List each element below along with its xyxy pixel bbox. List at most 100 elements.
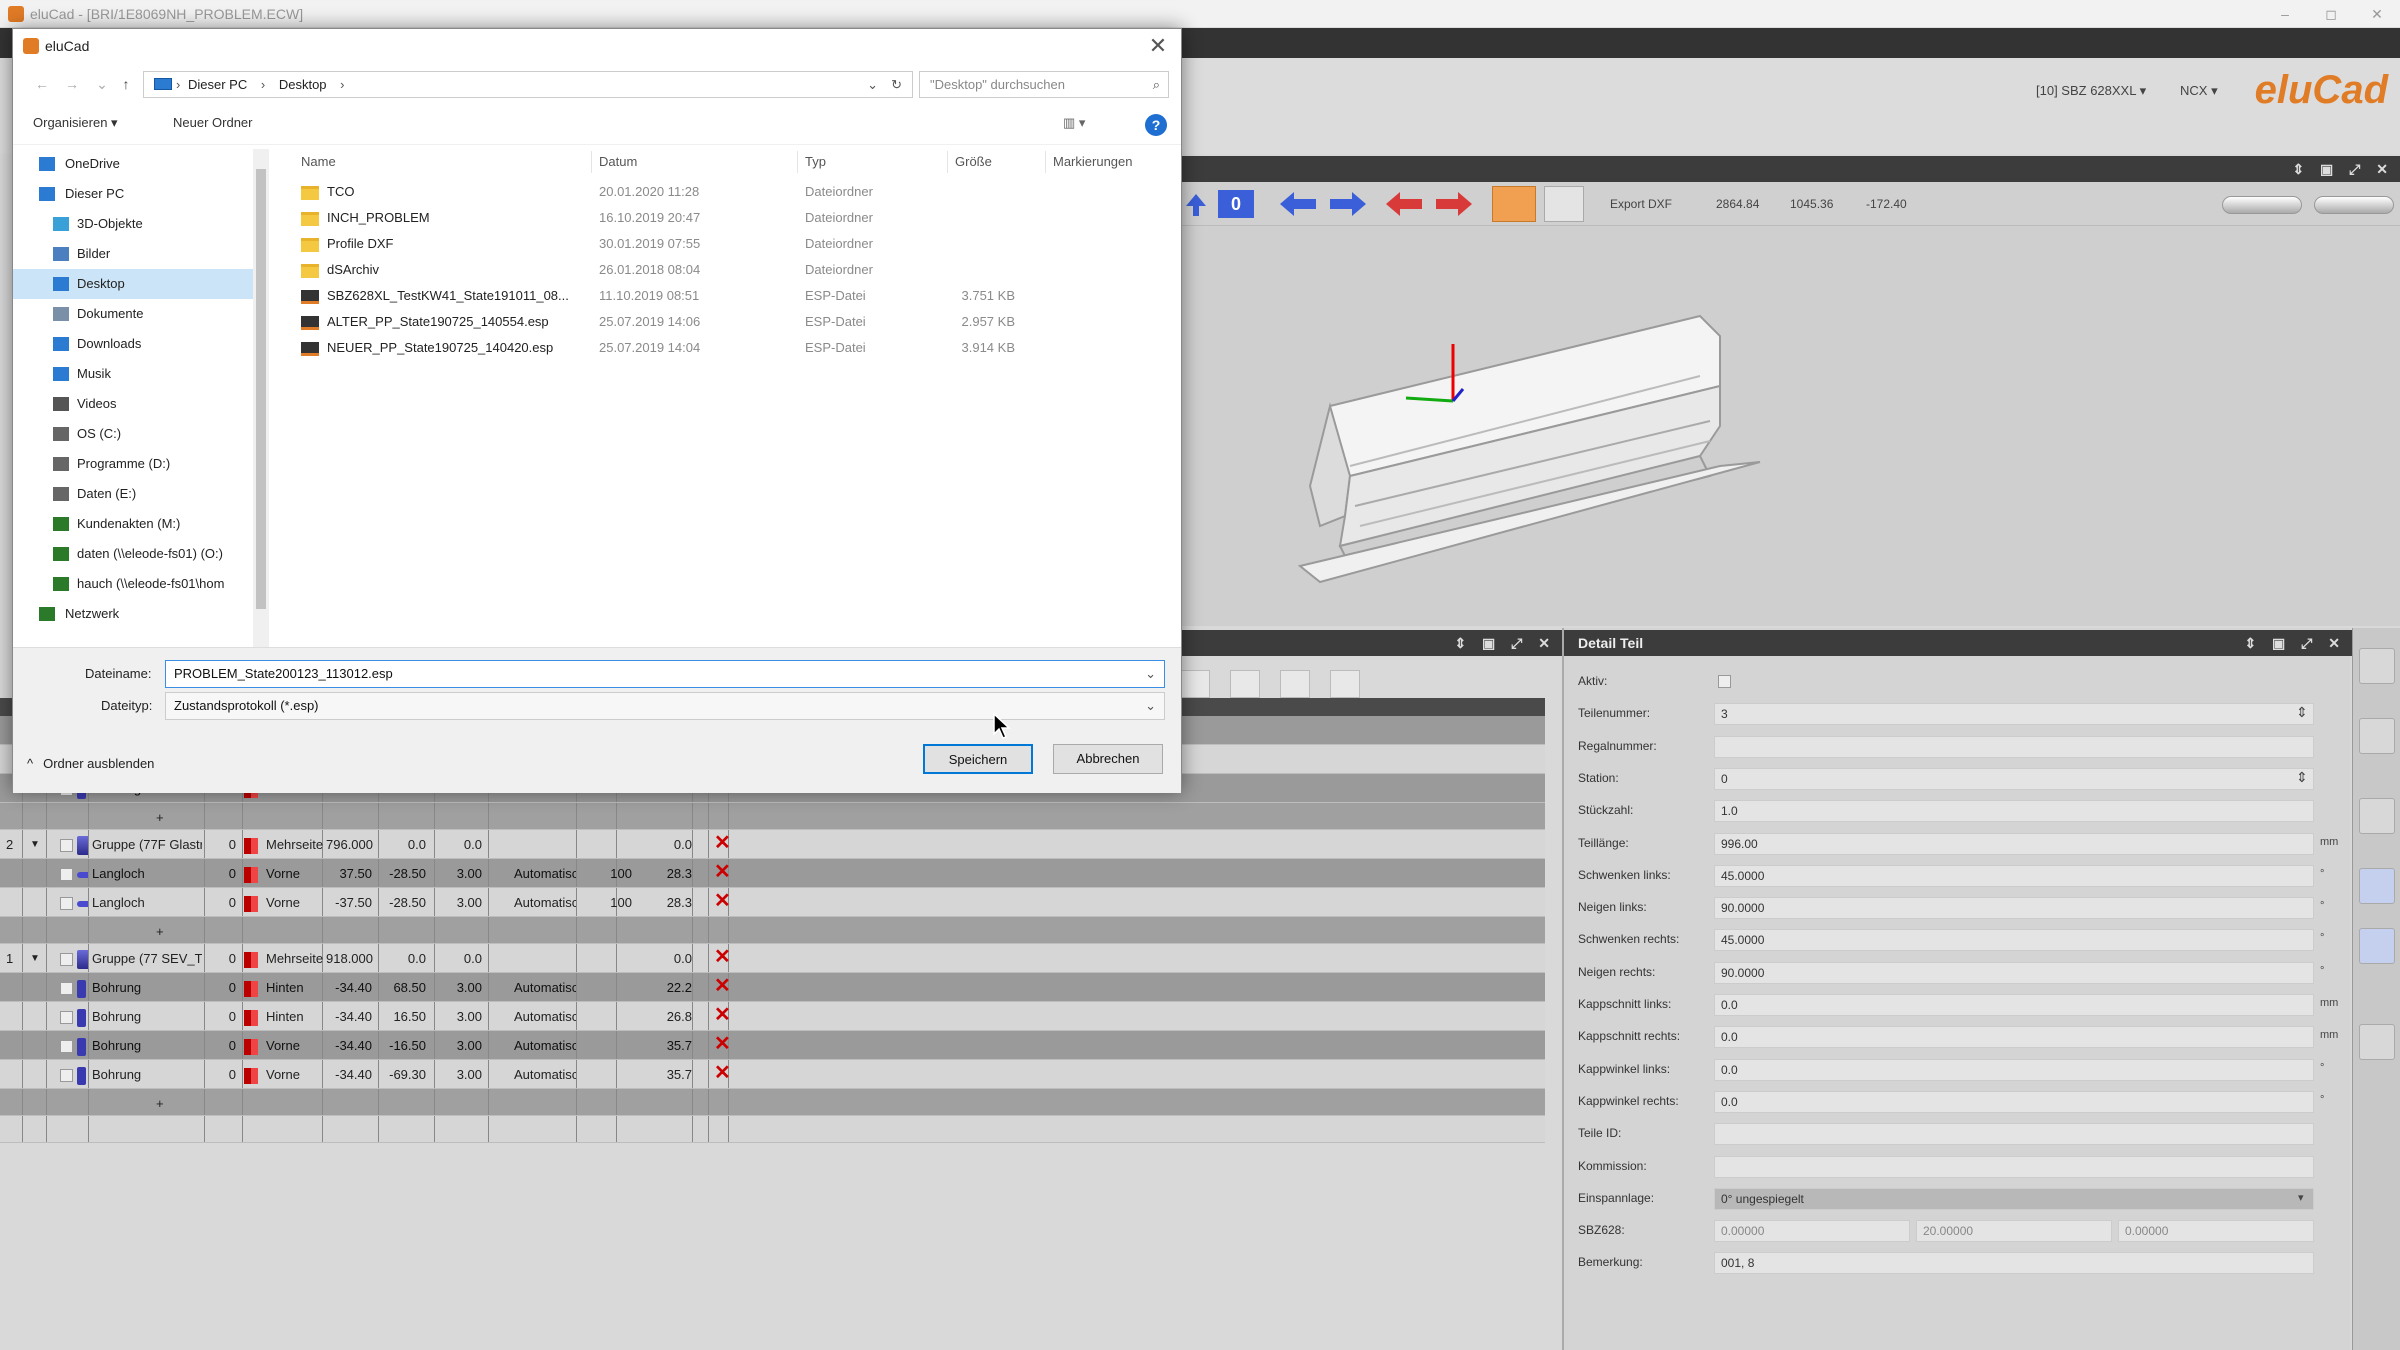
field-value[interactable]: 20.00000 bbox=[1916, 1220, 2112, 1243]
forward-arrow-icon[interactable]: → bbox=[61, 73, 83, 95]
field-value[interactable]: 90.0000 bbox=[1714, 961, 2314, 984]
row-checkbox[interactable] bbox=[60, 1069, 73, 1083]
row-checkbox[interactable] bbox=[60, 1011, 73, 1025]
refresh-icon[interactable]: ↻ bbox=[891, 72, 902, 97]
arrow-right-blue-icon[interactable] bbox=[1328, 190, 1368, 218]
grid-row[interactable]: Bohrung 0 Vorne -34.40 -16.50 3.00 Automatisch… bbox=[0, 1031, 1545, 1060]
field-value[interactable] bbox=[1714, 735, 2314, 758]
grid-add-row[interactable]: + bbox=[0, 803, 1545, 830]
column-header-0[interactable]: Name bbox=[301, 147, 336, 177]
hide-folders-toggle[interactable]: ^ Ordner ausblenden bbox=[27, 756, 154, 771]
expand-toggle-icon[interactable] bbox=[24, 1060, 46, 1089]
delete-icon[interactable]: ✕ bbox=[708, 944, 738, 973]
arrow-up-icon[interactable] bbox=[1184, 190, 1208, 218]
cancel-button[interactable]: Abbrechen bbox=[1053, 744, 1163, 774]
column-header-1[interactable]: Datum bbox=[599, 147, 637, 177]
dialog-close-button[interactable]: ✕ bbox=[1143, 31, 1173, 61]
tool-button-2[interactable] bbox=[1230, 670, 1260, 698]
field-value[interactable]: 3 bbox=[1714, 703, 2314, 726]
row-checkbox[interactable] bbox=[60, 953, 73, 967]
active-checkbox[interactable] bbox=[1718, 675, 1731, 688]
address-dropdown-icon[interactable]: ⌄ bbox=[867, 72, 878, 97]
nav-item[interactable]: Musik bbox=[13, 359, 253, 389]
nav-item[interactable]: Bilder bbox=[13, 239, 253, 269]
panel-controls[interactable]: ⇕ ▣ ⤢ ✕ bbox=[2244, 630, 2346, 656]
grid-row[interactable]: Bohrung 0 Hinten -34.40 68.50 3.00 Automatisch… bbox=[0, 973, 1545, 1002]
grid-row[interactable]: Langloch 0 Vorne -37.50 -28.50 3.00 Automatisc… bbox=[0, 888, 1545, 917]
field-value[interactable]: 0 bbox=[1714, 767, 2314, 790]
row-checkbox[interactable] bbox=[60, 897, 73, 911]
nav-item[interactable]: Dokumente bbox=[13, 299, 253, 329]
file-row[interactable]: INCH_PROBLEM 16.10.2019 20:47 Dateiordner bbox=[289, 205, 1169, 231]
help-icon[interactable]: ? bbox=[1145, 114, 1167, 136]
delete-icon[interactable]: ✕ bbox=[708, 1031, 738, 1060]
nav-item[interactable]: Kundenakten (M:) bbox=[13, 509, 253, 539]
file-row[interactable]: TCO 20.01.2020 11:28 Dateiordner bbox=[289, 179, 1169, 205]
grid-add-icon[interactable]: + bbox=[156, 1089, 164, 1118]
field-value[interactable]: 0.0 bbox=[1714, 1090, 2314, 1113]
close-app-button[interactable]: ✕ bbox=[2354, 0, 2400, 27]
column-separator[interactable] bbox=[797, 151, 798, 173]
nav-item[interactable]: Videos bbox=[13, 389, 253, 419]
field-value[interactable]: 0.00000 bbox=[1714, 1220, 1910, 1243]
panel-controls[interactable]: ⇕ ▣ ⤢ ✕ bbox=[2292, 156, 2394, 182]
side-tool-5[interactable] bbox=[2359, 928, 2395, 964]
grid-empty-row[interactable] bbox=[0, 1116, 1545, 1143]
row-checkbox[interactable] bbox=[60, 839, 73, 853]
zero-point-button[interactable]: 0 bbox=[1218, 190, 1254, 218]
shaded-view-button[interactable] bbox=[1492, 186, 1536, 222]
file-row[interactable]: Profile DXF 30.01.2019 07:55 Dateiordner bbox=[289, 231, 1169, 257]
field-value[interactable]: 90.0000 bbox=[1714, 897, 2314, 920]
breadcrumb-root[interactable]: Dieser PC bbox=[188, 77, 247, 92]
expand-toggle-icon[interactable]: ▼ bbox=[24, 830, 46, 859]
expand-toggle-icon[interactable] bbox=[24, 888, 46, 917]
field-value[interactable]: 0° ungespiegelt bbox=[1714, 1187, 2314, 1210]
save-button[interactable]: Speichern bbox=[923, 744, 1033, 774]
arrow-left-red-icon[interactable] bbox=[1384, 190, 1424, 218]
chevron-down-icon[interactable]: ⌄ bbox=[1145, 693, 1156, 719]
view-slider-1[interactable] bbox=[2222, 196, 2302, 214]
grid-add-row[interactable]: + bbox=[0, 1089, 1545, 1116]
expand-toggle-icon[interactable]: ▼ bbox=[24, 944, 46, 973]
field-value[interactable]: 45.0000 bbox=[1714, 929, 2314, 952]
file-row[interactable]: NEUER_PP_State190725_140420.esp 25.07.201… bbox=[289, 335, 1169, 361]
file-row[interactable]: SBZ628XL_TestKW41_State191011_08... 11.10… bbox=[289, 283, 1169, 309]
row-checkbox[interactable] bbox=[60, 982, 73, 996]
nav-item[interactable]: Daten (E:) bbox=[13, 479, 253, 509]
wire-view-button[interactable] bbox=[1544, 186, 1584, 222]
field-value[interactable] bbox=[1714, 1155, 2314, 1178]
field-value[interactable]: 1.0 bbox=[1714, 800, 2314, 823]
expand-toggle-icon[interactable] bbox=[24, 973, 46, 1002]
nav-item[interactable]: OS (C:) bbox=[13, 419, 253, 449]
address-bar[interactable]: › Dieser PC › Desktop › ⌄ ↻ bbox=[143, 71, 913, 98]
filetype-select[interactable]: Zustandsprotokoll (*.esp) ⌄ bbox=[165, 692, 1165, 720]
export-dxf-button[interactable]: Export DXF bbox=[1610, 190, 1672, 218]
file-row[interactable]: ALTER_PP_State190725_140554.esp 25.07.201… bbox=[289, 309, 1169, 335]
chevron-down-icon[interactable]: ▾ bbox=[2298, 1191, 2304, 1204]
column-separator[interactable] bbox=[947, 151, 948, 173]
grid-row[interactable]: 1 ▼ Gruppe (77 SEV_TFA 2... 0 Mehrseiten918… bbox=[0, 944, 1545, 973]
grid-add-icon[interactable]: + bbox=[156, 917, 164, 946]
field-value[interactable] bbox=[1714, 1123, 2314, 1146]
recent-chevron-icon[interactable]: ⌄ bbox=[91, 73, 113, 95]
up-arrow-icon[interactable]: ↑ bbox=[115, 73, 137, 95]
column-header-4[interactable]: Markierungen bbox=[1053, 147, 1133, 177]
view-slider-2[interactable] bbox=[2314, 196, 2394, 214]
nav-item[interactable]: 3D-Objekte bbox=[13, 209, 253, 239]
back-arrow-icon[interactable]: ← bbox=[31, 73, 53, 95]
nav-item[interactable]: OneDrive bbox=[13, 149, 253, 179]
tool-button-3[interactable] bbox=[1280, 670, 1310, 698]
grid-row[interactable]: Bohrung 0 Hinten -34.40 16.50 3.00 Automatisch… bbox=[0, 1002, 1545, 1031]
grid-add-row[interactable]: + bbox=[0, 917, 1545, 944]
chevron-down-icon[interactable]: ⌄ bbox=[1145, 661, 1156, 687]
organize-button[interactable]: Organisieren ▾ bbox=[33, 115, 118, 131]
scroll-thumb[interactable] bbox=[256, 169, 266, 609]
grid-row[interactable]: Bohrung 0 Vorne -34.40 -69.30 3.00 Automatisch… bbox=[0, 1060, 1545, 1089]
nav-item[interactable]: Programme (D:) bbox=[13, 449, 253, 479]
field-value[interactable]: 0.0 bbox=[1714, 1026, 2314, 1049]
delete-icon[interactable]: ✕ bbox=[708, 1002, 738, 1031]
delete-icon[interactable]: ✕ bbox=[708, 830, 738, 859]
expand-toggle-icon[interactable] bbox=[24, 1031, 46, 1060]
panel-controls[interactable]: ⇕ ▣ ⤢ ✕ bbox=[1454, 630, 1556, 656]
search-input[interactable]: "Desktop" durchsuchen ⌕ bbox=[919, 71, 1169, 98]
